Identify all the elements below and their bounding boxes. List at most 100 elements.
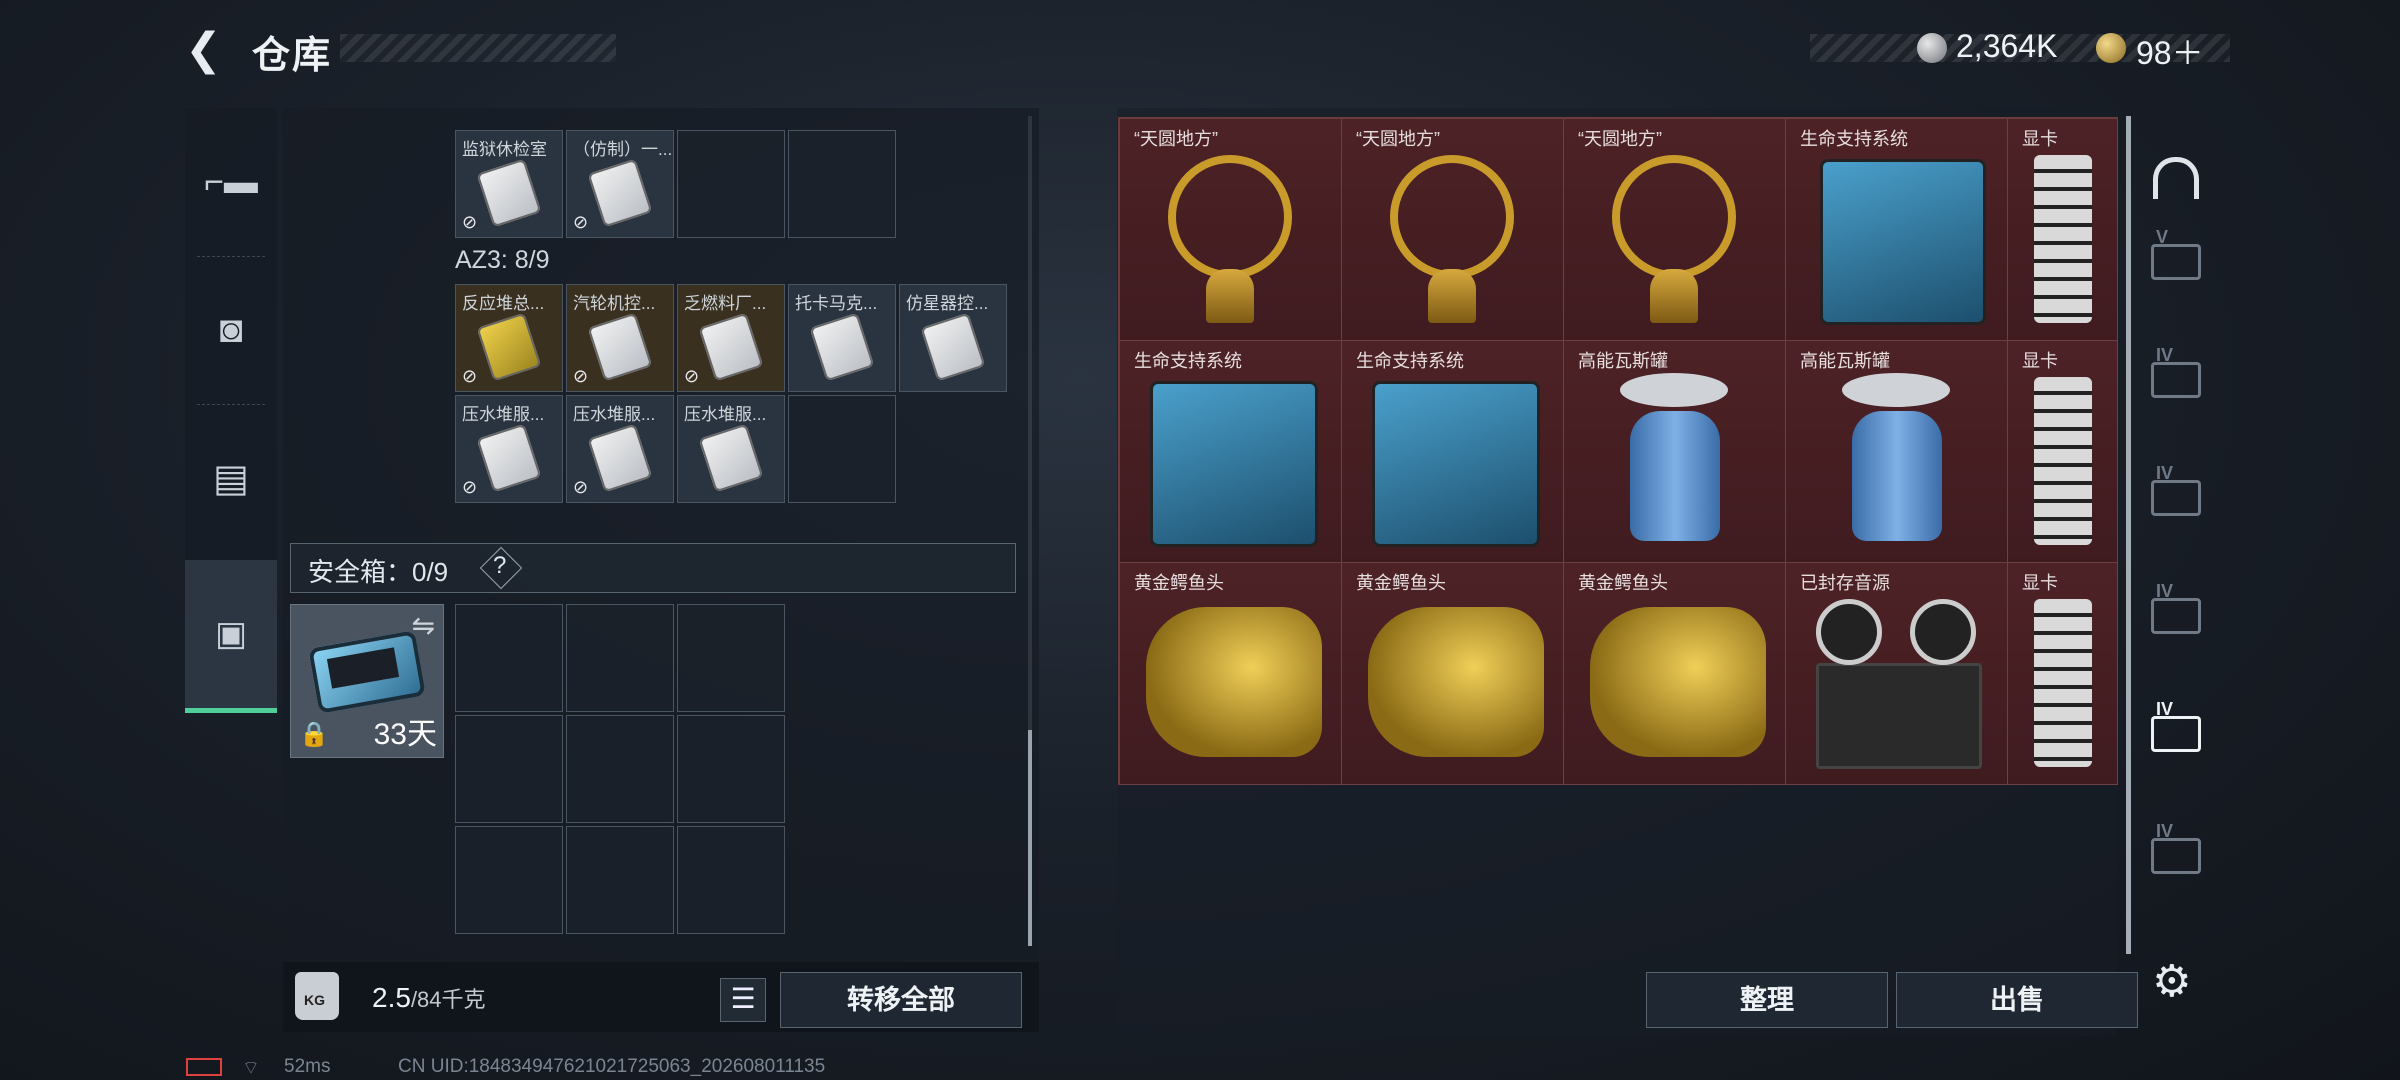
safe-slot[interactable]	[566, 826, 674, 934]
inventory-slot[interactable]: 乏燃料厂... ⊘	[677, 284, 785, 392]
storage-cell[interactable]: 生命支持系统	[1342, 341, 1564, 563]
storage-grid: “天圆地方” “天圆地方” “天圆地方” 生命支持系统 显卡 生命支持系统 生命…	[1118, 117, 2118, 785]
storage-cell[interactable]: “天圆地方”	[1564, 119, 1786, 341]
nav-backpack-tab[interactable]: ▤	[185, 404, 277, 552]
empty-slot[interactable]	[677, 130, 785, 238]
golden-crocodile-head-icon	[1368, 607, 1544, 757]
currency-gold-value[interactable]: 98＋	[2136, 28, 2204, 74]
inventory-slot[interactable]: 压水堆服... ⊘	[566, 395, 674, 503]
safe-slot[interactable]	[677, 604, 785, 712]
item-name: 显卡	[2022, 129, 2058, 149]
storage-cell[interactable]: 黄金鳄鱼头	[1342, 563, 1564, 785]
inventory-slot[interactable]: 仿星器控...	[899, 284, 1007, 392]
storage-tab-4[interactable]: IV	[2140, 566, 2212, 666]
back-button[interactable]: ❮	[185, 26, 225, 74]
az3-capacity-label: AZ3: 8/9	[455, 246, 550, 274]
inventory-slot[interactable]: 监狱休检室 ⊘	[455, 130, 563, 238]
storage-cell[interactable]: 生命支持系统	[1786, 119, 2008, 341]
storage-cell[interactable]: “天圆地方”	[1120, 119, 1342, 341]
item-name: 汽轮机控...	[573, 294, 656, 313]
safe-slot[interactable]	[566, 604, 674, 712]
safe-case-item[interactable]: ⇋ 🔒 33天	[290, 604, 444, 758]
storage-cell[interactable]: 显卡	[2008, 563, 2118, 785]
storage-cell[interactable]: 已封存音源	[1786, 563, 2008, 785]
item-name: 托卡马克...	[795, 294, 878, 313]
item-name: “天圆地方”	[1134, 129, 1218, 149]
empty-slot[interactable]	[788, 395, 896, 503]
tab-level: V	[2156, 227, 2169, 247]
no-insure-icon: ⊘	[573, 477, 589, 497]
inventory-slot[interactable]: （仿制）一... ⊘	[566, 130, 674, 238]
safe-slot[interactable]	[455, 604, 563, 712]
currency-silver-value: 2,364K	[1956, 28, 2058, 64]
transfer-all-button[interactable]: 转移全部	[780, 972, 1022, 1028]
keycard-icon	[476, 312, 542, 382]
storage-cell[interactable]: 黄金鳄鱼头	[1120, 563, 1342, 785]
armor-icon: ◙	[219, 308, 243, 351]
gpu-icon	[2034, 377, 2092, 545]
storage-cell[interactable]: 显卡	[2008, 341, 2118, 563]
keycard-icon	[476, 158, 542, 228]
inventory-slot[interactable]: 反应堆总... ⊘	[455, 284, 563, 392]
help-text: ?	[493, 552, 507, 579]
tab-level: IV	[2156, 345, 2174, 365]
storage-cell[interactable]: 显卡	[2008, 119, 2118, 341]
safe-slot[interactable]	[566, 715, 674, 823]
sell-button[interactable]: 出售	[1896, 972, 2138, 1028]
sphere-base	[1428, 269, 1476, 323]
storage-tab-1[interactable]: V	[2140, 212, 2212, 312]
tab-level: IV	[2156, 581, 2174, 601]
nav-safebox-tab[interactable]: ▣	[185, 560, 277, 713]
safe-slot[interactable]	[455, 826, 563, 934]
storage-cell[interactable]: 高能瓦斯罐	[1564, 341, 1786, 563]
inventory-slot[interactable]: 压水堆服...	[677, 395, 785, 503]
life-support-icon	[1820, 159, 1986, 325]
storage-tab-2[interactable]: IV	[2140, 330, 2212, 430]
inventory-slot[interactable]: 压水堆服... ⊘	[455, 395, 563, 503]
storage-scrollbar[interactable]	[2126, 116, 2131, 954]
settings-gear-icon[interactable]: ⚙	[2152, 956, 2191, 1007]
tape-reel-right	[1910, 599, 1976, 665]
storage-cell[interactable]: 生命支持系统	[1120, 341, 1342, 563]
item-name: 仿星器控...	[906, 294, 989, 313]
keycard-icon	[476, 423, 542, 493]
storage-icon	[2153, 157, 2199, 199]
safe-slot[interactable]	[455, 715, 563, 823]
safe-slot[interactable]	[677, 826, 785, 934]
keycard-icon	[587, 312, 653, 382]
nav-armor-tab[interactable]: ◙	[185, 256, 277, 404]
item-name: 显卡	[2022, 573, 2058, 593]
storage-cell[interactable]: 黄金鳄鱼头	[1564, 563, 1786, 785]
item-name: 生命支持系统	[1800, 129, 1908, 149]
storage-tab-3[interactable]: IV	[2140, 448, 2212, 548]
list-view-button[interactable]: ☰	[720, 978, 766, 1022]
nav-weapon-tab[interactable]: ⌐▬	[185, 108, 277, 256]
storage-tab-5[interactable]: IV	[2140, 684, 2212, 784]
uid-text: CN UID:18483494762102172506​3_2026080111…	[398, 1056, 826, 1077]
storage-cell[interactable]: “天圆地方”	[1342, 119, 1564, 341]
storage-tab-6[interactable]: IV	[2140, 806, 2212, 906]
sort-button[interactable]: 整理	[1646, 972, 1888, 1028]
gpu-tab-icon: IV	[2151, 821, 2201, 874]
item-name: “天圆地方”	[1356, 129, 1440, 149]
page-title: 仓库	[252, 35, 333, 77]
case-duration: 33天	[373, 718, 437, 751]
tab-level: IV	[2156, 699, 2174, 719]
item-name: 高能瓦斯罐	[1800, 351, 1890, 371]
tape-reel-left	[1816, 599, 1882, 665]
keycard-icon	[809, 312, 875, 382]
item-name: 乏燃料厂...	[684, 294, 767, 313]
item-name: 高能瓦斯罐	[1578, 351, 1668, 371]
inventory-scroll-thumb[interactable]	[1028, 730, 1032, 946]
gold-coin-icon	[2096, 33, 2126, 63]
inventory-slot[interactable]: 托卡马克...	[788, 284, 896, 392]
safe-slot[interactable]	[677, 715, 785, 823]
keycard-icon	[920, 312, 986, 382]
swap-icon[interactable]: ⇋	[412, 609, 435, 642]
item-name: 反应堆总...	[462, 294, 545, 313]
inventory-slot[interactable]: 汽轮机控... ⊘	[566, 284, 674, 392]
gpu-tab-icon: IV	[2151, 463, 2201, 516]
empty-slot[interactable]	[788, 130, 896, 238]
no-insure-icon: ⊘	[462, 477, 478, 497]
storage-cell[interactable]: 高能瓦斯罐	[1786, 341, 2008, 563]
